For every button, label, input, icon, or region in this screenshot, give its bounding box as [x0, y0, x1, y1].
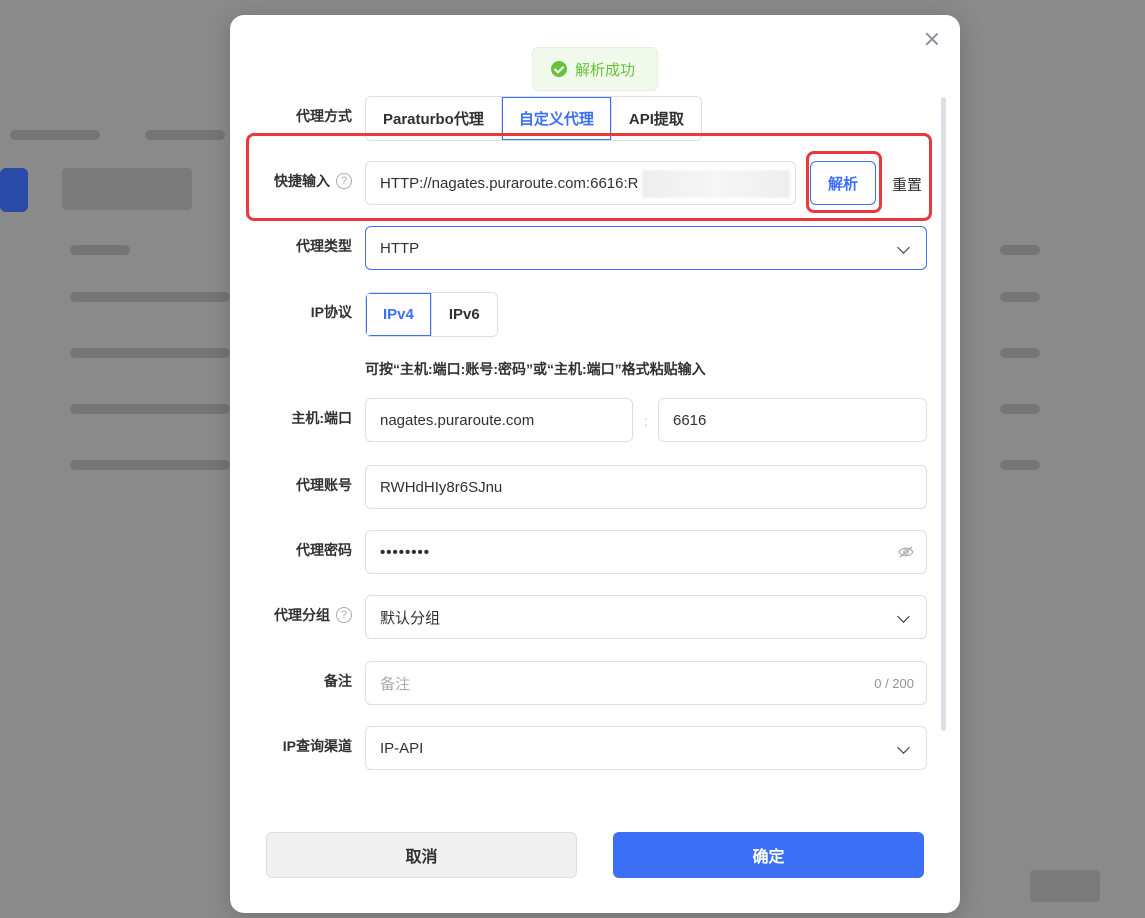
- tab-paraturbo-proxy[interactable]: Paraturbo代理: [366, 97, 502, 140]
- proxy-password-value: ••••••••: [380, 543, 431, 561]
- help-icon[interactable]: ?: [336, 173, 352, 189]
- remark-label-text: 备注: [324, 673, 352, 689]
- tab-ipv4[interactable]: IPv4: [366, 293, 432, 336]
- help-icon[interactable]: ?: [336, 607, 352, 623]
- port-input[interactable]: 6616: [658, 398, 927, 442]
- proxy-password-label-text: 代理密码: [296, 542, 352, 558]
- cancel-button[interactable]: 取消: [266, 832, 577, 878]
- ip-protocol-tabs: IPv4 IPv6: [365, 292, 498, 337]
- remark-input[interactable]: 备注 0 / 200: [365, 661, 927, 705]
- reset-button[interactable]: 重置: [892, 174, 922, 195]
- bg-row-text: [1000, 348, 1040, 358]
- bg-tab-text: [10, 130, 100, 140]
- bg-row-text: [1000, 292, 1040, 302]
- chevron-down-icon: [897, 610, 910, 623]
- quick-input-value: HTTP://nagates.puraroute.com:6616:R: [380, 174, 639, 192]
- proxy-type-select[interactable]: HTTP: [365, 226, 927, 270]
- ip-channel-label-text: IP查询渠道: [282, 738, 352, 754]
- host-port-separator: :: [644, 413, 648, 429]
- proxy-account-value: RWHdHIy8r6SJnu: [380, 478, 503, 496]
- toast-message: 解析成功: [575, 61, 636, 79]
- proxy-group-select[interactable]: 默认分组: [365, 595, 927, 639]
- bg-row-text: [70, 348, 230, 358]
- tab-custom-proxy[interactable]: 自定义代理: [502, 97, 612, 140]
- confirm-button[interactable]: 确定: [613, 832, 924, 878]
- proxy-password-label: 代理密码: [296, 540, 352, 560]
- proxy-account-label: 代理账号: [296, 475, 352, 495]
- ip-protocol-label-text: IP协议: [310, 304, 352, 320]
- remark-label: 备注: [324, 671, 352, 691]
- redacted-blur: [642, 170, 790, 198]
- remark-placeholder: 备注: [380, 675, 411, 693]
- proxy-mode-tabs: Paraturbo代理 自定义代理 API提取: [365, 96, 702, 141]
- eye-off-icon[interactable]: [898, 546, 914, 558]
- host-value: nagates.puraroute.com: [380, 411, 535, 429]
- format-hint: 可按“主机:端口:账号:密码”或“主机:端口”格式粘贴输入: [365, 361, 706, 377]
- bg-row-text: [70, 404, 230, 414]
- proxy-type-label-text: 代理类型: [296, 238, 352, 254]
- proxy-type-value: HTTP: [380, 239, 420, 257]
- chevron-down-icon: [897, 741, 910, 754]
- bg-row-text: [1000, 404, 1040, 414]
- bg-row-text: [1000, 460, 1040, 470]
- tab-api-extract[interactable]: API提取: [612, 97, 701, 140]
- parse-button[interactable]: 解析: [810, 161, 876, 205]
- host-port-label-text: 主机:端口: [291, 410, 352, 426]
- proxy-group-label: 代理分组 ?: [274, 605, 352, 625]
- ip-channel-label: IP查询渠道: [283, 736, 352, 756]
- tab-ipv6[interactable]: IPv6: [432, 293, 497, 336]
- proxy-edit-dialog: 解析成功 代理方式 Paraturbo代理 自定义代理 API提取 快捷输入 ?…: [230, 15, 960, 913]
- bg-blue-button: [0, 168, 28, 212]
- success-check-icon: [551, 61, 567, 77]
- proxy-mode-label: 代理方式: [296, 106, 352, 126]
- proxy-group-value: 默认分组: [380, 609, 441, 627]
- bg-tab-text: [145, 130, 225, 140]
- proxy-account-input[interactable]: RWHdHIy8r6SJnu: [365, 465, 927, 509]
- quick-input-label-text: 快捷输入: [274, 173, 330, 189]
- remark-char-counter: 0 / 200: [874, 675, 914, 691]
- bg-header-text: [70, 245, 130, 255]
- chevron-down-icon: [897, 241, 910, 254]
- proxy-password-input[interactable]: ••••••••: [365, 530, 927, 574]
- proxy-mode-label-text: 代理方式: [296, 108, 352, 124]
- proxy-account-label-text: 代理账号: [296, 477, 352, 493]
- bg-pagination: [1030, 870, 1100, 902]
- scrollbar[interactable]: [941, 97, 946, 731]
- quick-input-label: 快捷输入 ?: [274, 171, 352, 191]
- bg-select: [62, 168, 192, 210]
- close-icon[interactable]: [922, 29, 942, 49]
- proxy-type-label: 代理类型: [296, 236, 352, 256]
- quick-input-field[interactable]: HTTP://nagates.puraroute.com:6616:R: [365, 161, 796, 205]
- port-value: 6616: [673, 411, 707, 429]
- bg-header-text: [1000, 245, 1040, 255]
- ip-channel-value: IP-API: [380, 739, 424, 757]
- ip-channel-select[interactable]: IP-API: [365, 726, 927, 770]
- ip-protocol-label: IP协议: [311, 302, 352, 322]
- bg-row-text: [70, 292, 230, 302]
- success-toast: 解析成功: [532, 47, 658, 91]
- bg-row-text: [70, 460, 230, 470]
- host-port-label: 主机:端口: [291, 408, 352, 428]
- host-input[interactable]: nagates.puraroute.com: [365, 398, 633, 442]
- proxy-group-label-text: 代理分组: [274, 607, 330, 623]
